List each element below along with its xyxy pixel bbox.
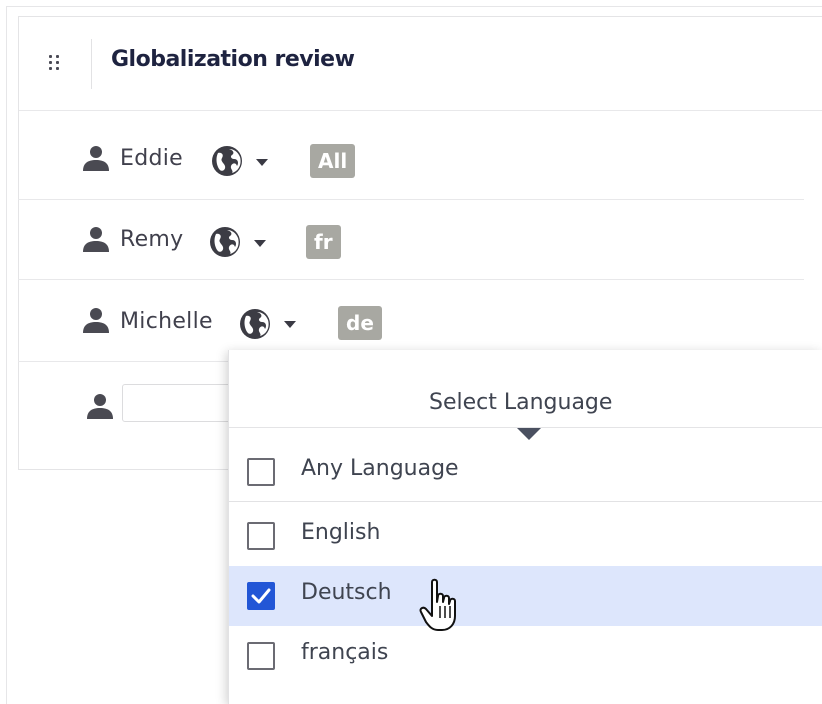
option-label: Any Language — [301, 456, 459, 481]
option-label: français — [301, 640, 389, 665]
drag-handle-icon[interactable] — [49, 55, 61, 71]
checkbox[interactable] — [247, 642, 275, 670]
user-icon — [87, 394, 113, 419]
language-option-english[interactable]: English — [229, 506, 822, 566]
reviewer-name: Michelle — [120, 309, 213, 334]
reviewer-name: Remy — [120, 227, 184, 252]
language-option-any[interactable]: Any Language — [229, 442, 822, 502]
option-label: Deutsch — [301, 580, 392, 605]
user-icon — [83, 227, 109, 252]
language-option-deutsch[interactable]: Deutsch — [229, 566, 822, 626]
chevron-down-icon[interactable] — [254, 240, 266, 247]
user-icon — [83, 308, 109, 333]
user-icon — [83, 146, 109, 171]
chevron-down-icon[interactable] — [256, 159, 268, 166]
header-divider — [91, 39, 92, 89]
hand-pointer-icon — [419, 578, 456, 631]
check-icon — [251, 588, 271, 604]
checkbox[interactable] — [247, 458, 275, 486]
checkbox[interactable] — [247, 522, 275, 550]
dropdown-title: Select Language — [429, 390, 613, 415]
panel-header: Globalization review — [19, 17, 822, 111]
language-badge: fr — [306, 225, 341, 259]
language-badge: All — [310, 144, 356, 178]
reviewer-name: Eddie — [120, 146, 183, 171]
language-badge: de — [338, 306, 382, 340]
globe-icon[interactable] — [208, 225, 242, 259]
chevron-down-icon[interactable] — [284, 321, 296, 328]
language-option-francais[interactable]: français — [229, 626, 822, 686]
checkbox-checked[interactable] — [247, 582, 275, 610]
panel-title: Globalization review — [111, 47, 355, 72]
option-label: English — [301, 520, 381, 545]
globe-icon[interactable] — [210, 144, 244, 178]
dropdown-header: Select Language — [229, 350, 822, 428]
language-dropdown: Select Language Any Language English Deu… — [228, 350, 822, 704]
globe-icon[interactable] — [238, 307, 272, 341]
dropdown-pointer — [517, 428, 541, 440]
